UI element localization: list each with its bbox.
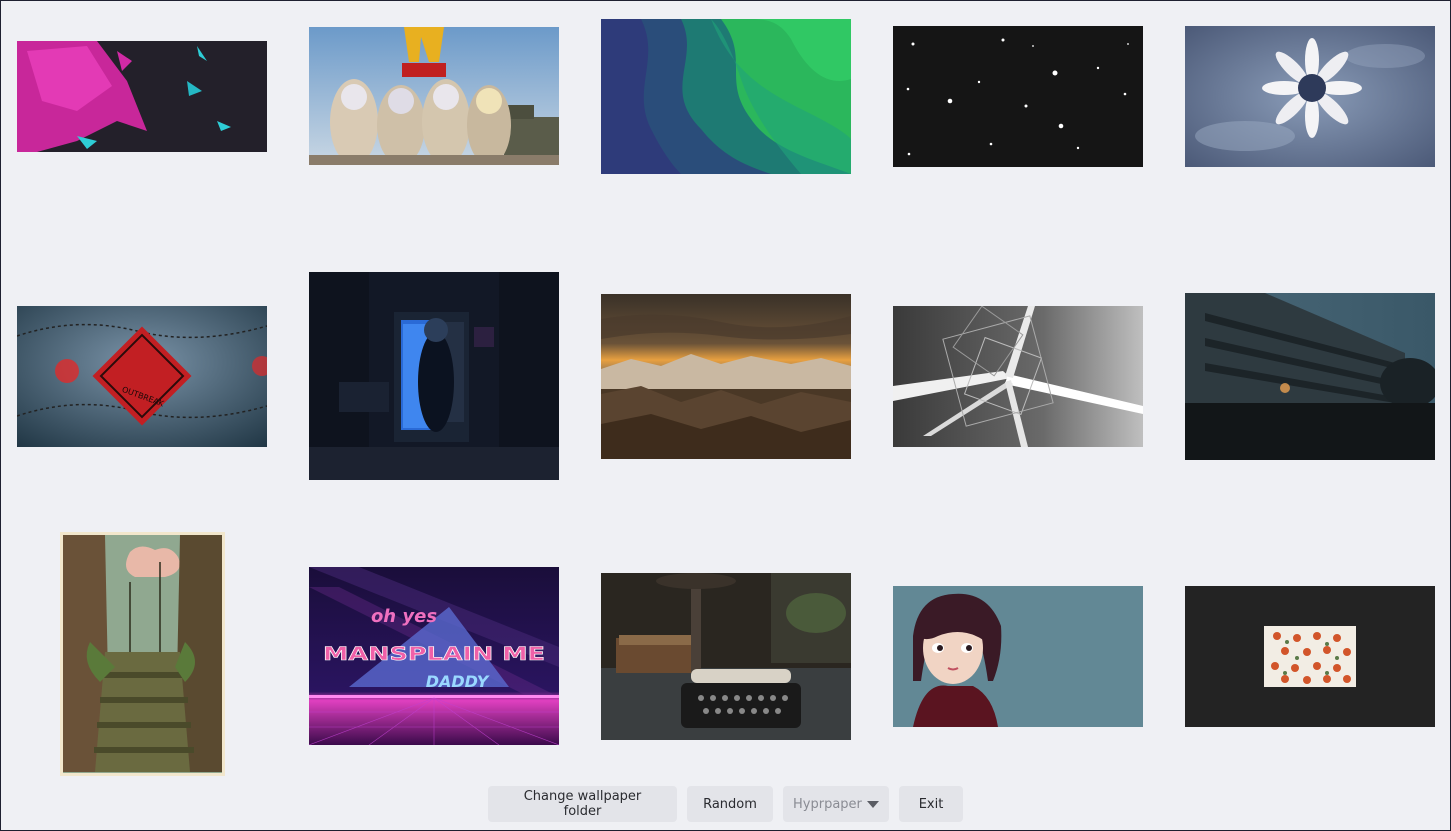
wallpaper-image <box>893 306 1143 447</box>
random-button[interactable]: Random <box>687 786 773 822</box>
wallpaper-image <box>17 41 267 152</box>
wallpaper-thumbnail-8[interactable] <box>601 251 851 501</box>
wallpaper-image: OUTBREAK <box>17 306 267 447</box>
wallpaper-image <box>1185 26 1435 167</box>
thumbnail-caption-line-3: DADDY <box>426 672 490 691</box>
wallpaper-image <box>893 586 1143 727</box>
wallpaper-image <box>309 27 559 165</box>
chevron-down-icon <box>867 800 879 808</box>
wallpaper-thumbnail-6[interactable]: OUTBREAK <box>17 251 267 501</box>
backend-dropdown-value: Hyprpaper <box>793 796 862 812</box>
wallpaper-thumbnail-10[interactable] <box>1185 251 1435 501</box>
backend-dropdown[interactable]: Hyprpaper <box>783 786 889 822</box>
wallpaper-picker-window: OUTBREAK oh yes MANSPLAIN ME DADDY Chang… <box>1 1 1450 830</box>
thumbnail-caption-line-1: oh yes <box>371 606 437 627</box>
wallpaper-image <box>601 19 851 174</box>
wallpaper-thumbnail-3[interactable] <box>601 1 851 241</box>
thumbnail-caption-line-2: MANSPLAIN ME <box>323 643 545 665</box>
wallpaper-image <box>601 294 851 459</box>
wallpaper-thumbnail-1[interactable] <box>17 1 267 241</box>
wallpaper-image: oh yes MANSPLAIN ME DADDY <box>309 567 559 745</box>
wallpaper-thumbnail-13[interactable] <box>601 521 851 781</box>
wallpaper-image <box>601 573 851 740</box>
wallpaper-thumbnail-5[interactable] <box>1185 1 1435 241</box>
wallpaper-thumbnail-7[interactable] <box>309 251 559 501</box>
bottom-toolbar: Change wallpaper folder Random Hyprpaper… <box>488 786 963 822</box>
wallpaper-image <box>60 532 225 776</box>
wallpaper-grid: OUTBREAK oh yes MANSPLAIN ME DADDY <box>1 1 1450 781</box>
wallpaper-image <box>309 272 559 480</box>
wallpaper-thumbnail-4[interactable] <box>893 1 1143 241</box>
wallpaper-thumbnail-9[interactable] <box>893 251 1143 501</box>
wallpaper-image <box>1185 586 1435 727</box>
wallpaper-image <box>893 26 1143 167</box>
wallpaper-thumbnail-2[interactable] <box>309 1 559 241</box>
wallpaper-thumbnail-14[interactable] <box>893 521 1143 781</box>
wallpaper-thumbnail-15[interactable] <box>1185 521 1435 781</box>
wallpaper-thumbnail-11[interactable] <box>17 521 267 781</box>
wallpaper-thumbnail-12[interactable]: oh yes MANSPLAIN ME DADDY <box>309 521 559 781</box>
exit-button[interactable]: Exit <box>899 786 963 822</box>
change-wallpaper-folder-button[interactable]: Change wallpaper folder <box>488 786 677 822</box>
wallpaper-image <box>1185 293 1435 460</box>
